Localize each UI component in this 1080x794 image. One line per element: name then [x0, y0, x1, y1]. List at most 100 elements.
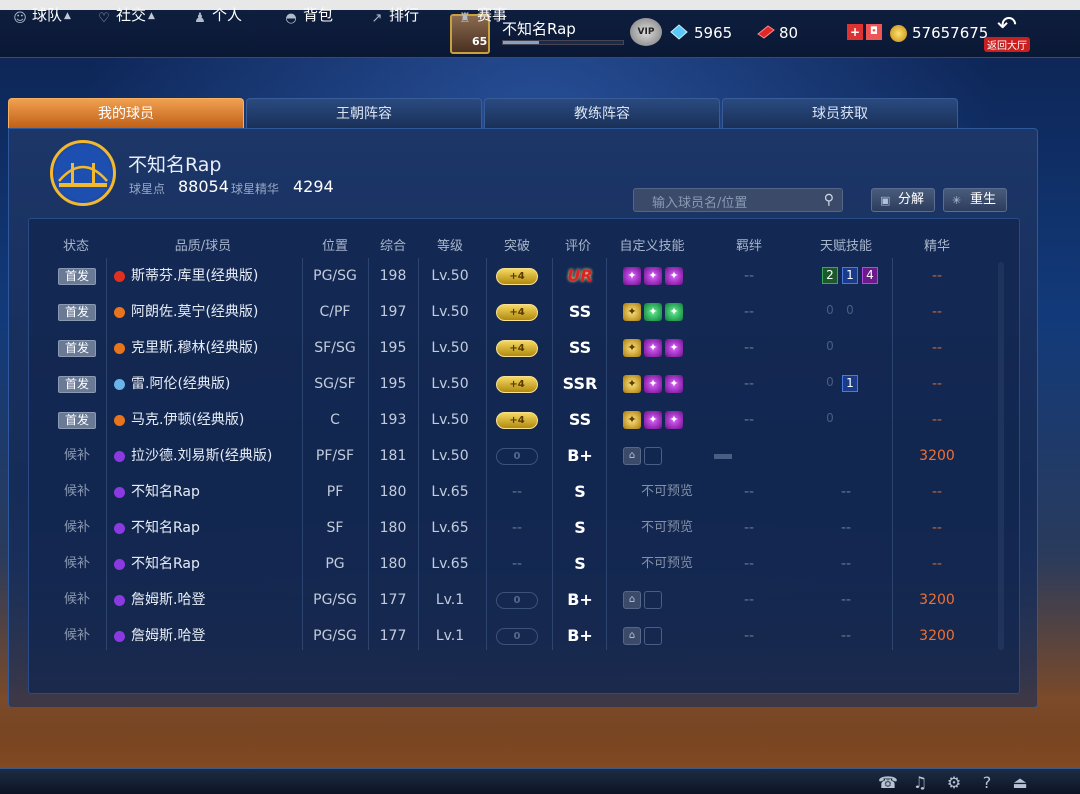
breakthrough-badge[interactable]: +4 [496, 268, 538, 285]
breakthrough-badge[interactable]: +4 [496, 412, 538, 429]
breakthrough-badge[interactable]: +4 [496, 304, 538, 321]
breakthrough-badge[interactable]: 0 [496, 628, 538, 645]
quality-dot [114, 307, 125, 318]
player-position: C/PF [319, 304, 351, 320]
skill-icon[interactable]: ✦ [644, 339, 662, 357]
gift-icon[interactable]: ◘ [866, 24, 882, 40]
bottom-nav-3[interactable]: ◓ 背包 [283, 4, 333, 27]
essence-value: -- [931, 376, 943, 392]
player-position: C [330, 412, 340, 428]
skill-icon[interactable]: ✦ [665, 303, 683, 321]
skill-icon[interactable]: ✦ [623, 375, 641, 393]
table-row[interactable]: 候补 拉沙德.刘易斯(经典版) PF/SF 181 Lv.50 0 B+ ⌂ 3200 [52, 438, 1002, 474]
bottom-nav-2[interactable]: ♟ 个人 [192, 4, 242, 27]
status-label: 候补 [63, 448, 90, 463]
bottom-nav-label: 球队 [32, 6, 63, 24]
skill-icon[interactable]: ✦ [644, 303, 662, 321]
player-name[interactable]: 雷.阿伦(经典版) [131, 366, 230, 402]
skill-icon[interactable]: ✦ [665, 375, 683, 393]
ticket-icon [757, 25, 775, 39]
player-level: Lv.50 [431, 412, 469, 428]
back-label: 返回大厅 [984, 37, 1030, 52]
quality-dot [114, 559, 125, 570]
skill-icon[interactable]: ✦ [623, 267, 641, 285]
rebirth-button[interactable]: ✳ 重生 [943, 188, 1007, 212]
player-name[interactable]: 克里斯.穆林(经典版) [131, 330, 258, 366]
skill-icon[interactable]: ✦ [644, 411, 662, 429]
table-row[interactable]: 首发 阿朗佐.莫宁(经典版) C/PF 197 Lv.50 +4 SS ✦ ✦ ✦ -- 0 0 -- [52, 294, 1002, 330]
table-row[interactable]: 候补 不知名Rap PF 180 Lv.65 -- S 不可预览 -- -- -- [52, 474, 1002, 510]
skill-icon[interactable]: ✦ [623, 339, 641, 357]
tab-dynasty-lineup[interactable]: 王朝阵容 [246, 98, 482, 128]
search-icon[interactable]: ⚲ [824, 192, 834, 208]
breakthrough-badge[interactable]: +4 [496, 340, 538, 357]
tab-my-players[interactable]: 我的球员 [8, 98, 244, 128]
table-row[interactable]: 首发 斯蒂芬.库里(经典版) PG/SG 198 Lv.50 +4 UR ✦ ✦ ✦ -- 2 1 4 -- [52, 258, 1002, 294]
skill-icon[interactable]: ✦ [665, 339, 683, 357]
vip-badge-icon[interactable]: VIP [630, 18, 662, 46]
table-scrollbar[interactable] [998, 262, 1004, 650]
player-name[interactable]: 詹姆斯.哈登 [131, 582, 205, 618]
breakthrough-badge[interactable]: +4 [496, 376, 538, 393]
player-name[interactable]: 不知名Rap [131, 546, 200, 582]
player-name[interactable]: 詹姆斯.哈登 [131, 618, 205, 654]
skill-icon[interactable]: ✦ [623, 411, 641, 429]
header-grade: 评价 [564, 239, 591, 254]
quality-dot [114, 451, 125, 462]
skill-icon[interactable]: ✦ [665, 411, 683, 429]
player-name: 不知名Rap [502, 20, 576, 38]
player-name[interactable]: 不知名Rap [131, 510, 200, 546]
skill-icon[interactable]: ✦ [623, 303, 641, 321]
status-label: 候补 [63, 520, 90, 535]
empty-skill-slot[interactable] [644, 591, 662, 609]
lock-icon[interactable]: ⌂ [623, 447, 641, 465]
breakthrough-value: -- [511, 484, 523, 500]
tab-coach-lineup[interactable]: 教练阵容 [484, 98, 720, 128]
support-icon[interactable]: ☎ [878, 773, 898, 793]
table-row[interactable]: 候补 不知名Rap SF 180 Lv.65 -- S 不可预览 -- -- -- [52, 510, 1002, 546]
lock-icon[interactable]: ⌂ [623, 627, 641, 645]
player-level: Lv.65 [431, 556, 469, 572]
lock-icon[interactable]: ⌂ [623, 591, 641, 609]
decompose-button[interactable]: ▣ 分解 [871, 188, 935, 212]
table-row[interactable]: 首发 马克.伊顿(经典版) C 193 Lv.50 +4 SS ✦ ✦ ✦ -- 0 -- [52, 402, 1002, 438]
empty-skill-slot[interactable] [644, 447, 662, 465]
player-name[interactable]: 阿朗佐.莫宁(经典版) [131, 294, 258, 330]
player-name[interactable]: 拉沙德.刘易斯(经典版) [131, 438, 272, 474]
bottom-nav-5[interactable]: ♜ 赛事 [457, 4, 507, 27]
table-row[interactable]: 候补 詹姆斯.哈登 PG/SG 177 Lv.1 0 B+ ⌂ -- -- 3200 [52, 582, 1002, 618]
skill-icon[interactable]: ✦ [644, 267, 662, 285]
bottom-nav-4[interactable]: ↗ 排行 [369, 4, 419, 27]
music-icon[interactable]: ♫ [910, 773, 930, 793]
bottom-nav-0[interactable]: ☺ 球队 ▲ [12, 4, 71, 27]
exit-icon[interactable]: ⏏ [1010, 773, 1030, 793]
table-row[interactable]: 首发 雷.阿伦(经典版) SG/SF 195 Lv.50 +4 SSR ✦ ✦ ✦ -- 0 1 -- [52, 366, 1002, 402]
grade-badge: S [574, 554, 586, 573]
settings-icon[interactable]: ⚙ [944, 773, 964, 793]
bottom-nav-1[interactable]: ♡ 社交 ▲ [96, 4, 155, 27]
grade-badge: SSR [562, 374, 598, 393]
empty-skill-slot[interactable] [644, 627, 662, 645]
back-to-lobby-button[interactable]: ↶ 返回大厅 [984, 13, 1030, 55]
breakthrough-badge[interactable]: 0 [496, 592, 538, 609]
skill-icon[interactable]: ✦ [644, 375, 662, 393]
table-row[interactable]: 候补 不知名Rap PG 180 Lv.65 -- S 不可预览 -- -- -- [52, 546, 1002, 582]
table-row[interactable]: 首发 克里斯.穆林(经典版) SF/SG 195 Lv.50 +4 SS ✦ ✦ ✦ -- 0 -- [52, 330, 1002, 366]
player-name[interactable]: 斯蒂芬.库里(经典版) [131, 258, 258, 294]
status-label: 候补 [63, 556, 90, 571]
player-position: PF [326, 484, 344, 500]
help-icon[interactable]: ? [977, 773, 997, 793]
tab-player-acquire[interactable]: 球员获取 [722, 98, 958, 128]
player-name[interactable]: 马克.伊顿(经典版) [131, 402, 244, 438]
table-row[interactable]: 候补 詹姆斯.哈登 PG/SG 177 Lv.1 0 B+ ⌂ -- -- 3200 [52, 618, 1002, 654]
breakthrough-badge[interactable]: 0 [496, 448, 538, 465]
trophy-icon: ♜ [459, 11, 471, 26]
header-bond: 羁绊 [735, 239, 762, 254]
shop-icon[interactable]: + [847, 24, 863, 40]
skill-icon[interactable]: ✦ [665, 267, 683, 285]
status-badge: 首发 [58, 376, 96, 393]
bond-value: -- [743, 376, 755, 392]
player-name[interactable]: 不知名Rap [131, 474, 200, 510]
search-input[interactable]: 输入球员名/位置 ⚲ [633, 188, 843, 212]
quality-dot [114, 379, 125, 390]
